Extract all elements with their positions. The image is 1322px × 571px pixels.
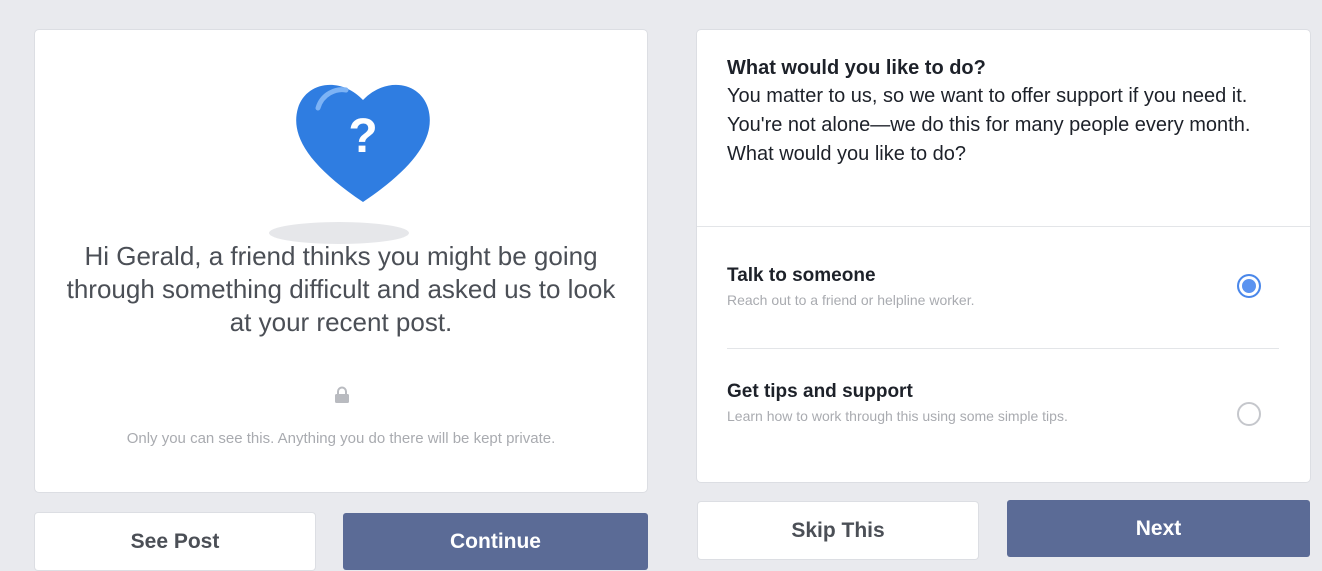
- option-get-tips-and-support[interactable]: Get tips and support Learn how to work t…: [727, 380, 1282, 427]
- option-description: Reach out to a friend or helpline worker…: [727, 292, 975, 308]
- divider: [727, 348, 1279, 349]
- option-description: Learn how to work through this using som…: [727, 408, 1068, 424]
- support-intro-card: ? Hi Gerald, a friend thinks you might b…: [35, 30, 647, 492]
- radio-get-tips-and-support[interactable]: [1237, 402, 1261, 426]
- heart-glyph: ?: [348, 110, 377, 163]
- divider: [697, 226, 1310, 227]
- continue-button[interactable]: Continue: [343, 513, 648, 570]
- options-description: You matter to us, so we want to offer su…: [727, 85, 1251, 165]
- option-title: Talk to someone: [727, 265, 876, 286]
- friend-message: Hi Gerald, a friend thinks you might be …: [66, 241, 616, 337]
- next-button[interactable]: Next: [1007, 500, 1310, 557]
- radio-talk-to-someone[interactable]: [1237, 274, 1261, 298]
- skip-this-button[interactable]: Skip This: [698, 502, 978, 559]
- options-title: What would you like to do?: [727, 57, 986, 79]
- heart-question-icon: ?: [288, 70, 438, 210]
- lock-icon: [333, 386, 351, 409]
- option-talk-to-someone[interactable]: Talk to someone Reach out to a friend or…: [727, 264, 1282, 311]
- see-post-button[interactable]: See Post: [35, 513, 315, 570]
- option-title: Get tips and support: [727, 381, 913, 402]
- support-options-card: What would you like to do? You matter to…: [697, 30, 1310, 482]
- privacy-note: Only you can see this. Anything you do t…: [126, 430, 556, 447]
